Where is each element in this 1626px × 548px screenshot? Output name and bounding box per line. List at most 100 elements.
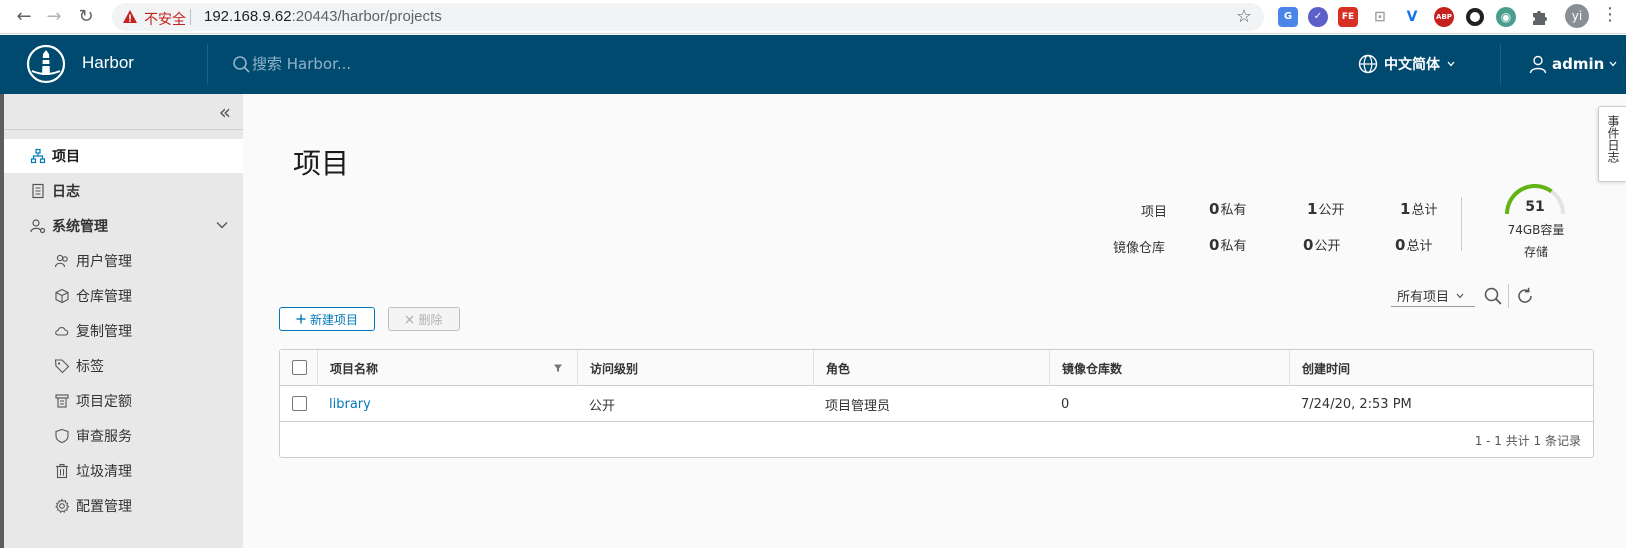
chevron-down-icon[interactable]	[215, 218, 229, 232]
sidebar-item-label: 垃圾清理	[76, 464, 132, 480]
column-label: 访问级别	[590, 361, 639, 376]
url-text[interactable]: 192.168.9.62:20443/harbor/projects	[204, 8, 442, 25]
delete-label: 删除	[418, 312, 443, 327]
column-label: 创建时间	[1302, 361, 1351, 376]
project-filter-select[interactable]: 所有项目	[1391, 285, 1475, 307]
close-icon	[406, 315, 414, 323]
sidebar-item-label: 用户管理	[76, 254, 132, 270]
column-repo-count[interactable]: 镜像仓库数	[1049, 350, 1289, 386]
column-role[interactable]: 角色	[813, 350, 1049, 386]
translate-ext-icon[interactable]: G	[1278, 7, 1298, 27]
search-icon	[233, 56, 250, 73]
column-access-level[interactable]: 访问级别	[577, 350, 813, 386]
role-cell: 项目管理员	[825, 398, 891, 414]
storage-value: 51	[1525, 199, 1545, 215]
stat-repos-label: 镜像仓库	[1113, 241, 1166, 256]
event-log-label: 事件日志	[1606, 115, 1620, 163]
shield-icon	[55, 428, 69, 444]
filter-selected-value: 所有项目	[1397, 290, 1450, 305]
column-label: 镜像仓库数	[1062, 361, 1123, 376]
puzzle-ext-icon[interactable]	[1530, 8, 1548, 26]
event-log-tab[interactable]: 事件日志	[1598, 106, 1626, 182]
toolbar-divider	[1508, 284, 1509, 308]
stat-value: 1	[1307, 200, 1318, 218]
shield-ext-icon[interactable]: ◉	[1496, 7, 1516, 27]
collapse-double-chevron-icon[interactable]: «	[219, 100, 231, 124]
new-project-label: 新建项目	[309, 312, 358, 327]
vue-ext-icon[interactable]: V	[1402, 7, 1422, 27]
profile-avatar[interactable]: yi	[1565, 4, 1589, 28]
sidebar-item-users[interactable]: 用户管理	[4, 244, 243, 278]
stat-projects-label: 项目	[1141, 205, 1168, 220]
sidebar-item-label: 标签	[76, 359, 104, 375]
url-host: 192.168.9.62	[204, 8, 292, 25]
sidebar-item-label: 审查服务	[76, 429, 132, 445]
fe-ext-icon[interactable]: FE	[1338, 7, 1358, 27]
tag-icon	[54, 359, 70, 374]
stat-value: 0	[1395, 236, 1406, 254]
select-all-checkbox[interactable]	[292, 360, 307, 375]
sidebar-item-labels[interactable]: 标签	[4, 349, 243, 383]
storage-label: 存储	[1523, 245, 1548, 259]
bookmark-star-icon[interactable]: ☆	[1236, 6, 1252, 27]
column-creation-time[interactable]: 创建时间	[1289, 350, 1593, 386]
stat-unit: 总计	[1406, 239, 1433, 254]
row-checkbox[interactable]	[292, 396, 307, 411]
stat-projects-total: 1总计	[1400, 199, 1437, 218]
harbor-logo-icon[interactable]	[26, 44, 66, 84]
back-icon[interactable]: ←	[12, 5, 36, 29]
insecure-label[interactable]: 不安全	[144, 9, 186, 29]
sidebar-item-label: 系统管理	[52, 219, 108, 235]
omnibox-divider	[190, 9, 191, 25]
sidebar-item-interrogation-services[interactable]: 审查服务	[4, 419, 243, 453]
reload-icon[interactable]: ↻	[74, 5, 98, 29]
abp-ext-icon[interactable]: ABP	[1434, 7, 1454, 27]
new-project-button[interactable]: 新建项目	[279, 307, 375, 331]
sidebar-item-project-quotas[interactable]: 项目定额	[4, 384, 243, 418]
chevron-down-icon	[1456, 293, 1464, 298]
language-switcher[interactable]: 中文简体	[1358, 51, 1456, 77]
table-header: 项目名称 访问级别 角色 镜像仓库数 创建时间	[280, 350, 1593, 386]
sidebar-item-garbage-collection[interactable]: 垃圾清理	[4, 454, 243, 488]
sidebar-item-registries[interactable]: 仓库管理	[4, 279, 243, 313]
username: admin	[1552, 55, 1605, 73]
browser-menu-icon[interactable]: ⋮	[1600, 4, 1620, 28]
column-label: 角色	[826, 361, 851, 376]
plus-icon	[296, 314, 306, 324]
cloud-sync-icon	[55, 327, 69, 336]
sidebar-item-administration[interactable]: 系统管理	[4, 209, 243, 243]
trash-icon	[56, 463, 68, 479]
search-icon[interactable]	[1483, 286, 1503, 306]
delete-button[interactable]: 删除	[388, 307, 460, 331]
sidebar-item-configuration[interactable]: 配置管理	[4, 489, 243, 523]
sidebar-item-projects[interactable]: 项目	[4, 139, 243, 173]
screenshot-ext-icon[interactable]: ⊡	[1370, 7, 1390, 27]
sidebar-collapse-bar: «	[4, 94, 243, 130]
check-ext-icon[interactable]: ✓	[1308, 7, 1328, 27]
stat-projects-private: 0私有	[1209, 199, 1246, 218]
chevron-down-icon	[1447, 61, 1455, 67]
forward-icon[interactable]: →	[42, 5, 66, 29]
filter-funnel-icon[interactable]	[553, 363, 563, 373]
global-search-input[interactable]	[250, 51, 550, 77]
sidebar-item-label: 仓库管理	[76, 289, 132, 305]
stat-value: 0	[1209, 236, 1220, 254]
storage-capacity: 74GB容量	[1507, 223, 1565, 237]
app-title[interactable]: Harbor	[82, 53, 134, 73]
column-project-name[interactable]: 项目名称	[317, 350, 577, 386]
stat-unit: 公开	[1318, 203, 1345, 218]
stat-unit: 总计	[1411, 203, 1438, 218]
project-name-link[interactable]: library	[317, 386, 577, 422]
sidebar-item-logs[interactable]: 日志	[4, 174, 243, 208]
sidebar-item-label: 配置管理	[76, 499, 132, 515]
stats-divider	[1461, 197, 1462, 251]
circle-ext-icon[interactable]	[1466, 8, 1484, 26]
refresh-icon[interactable]	[1515, 286, 1535, 306]
users-icon	[54, 254, 68, 268]
column-label: 项目名称	[330, 361, 379, 376]
address-bar[interactable]: 不安全 192.168.9.62:20443/harbor/projects ☆	[112, 3, 1264, 31]
table-row[interactable]: library 公开 项目管理员 0 7/24/20, 2:53 PM	[280, 386, 1593, 422]
user-menu[interactable]: admin	[1528, 51, 1618, 77]
sidebar-item-replications[interactable]: 复制管理	[4, 314, 243, 348]
sidebar-item-label: 项目定额	[76, 394, 132, 410]
